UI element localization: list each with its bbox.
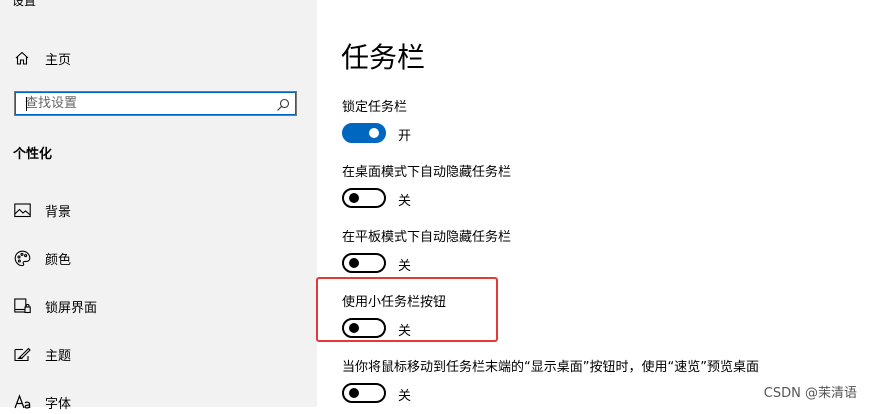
setting-label-autohide-tablet: 在平板模式下自动隐藏任务栏: [342, 230, 512, 245]
toggle-state-text: 开: [398, 129, 412, 144]
image-icon: [13, 201, 31, 219]
search-input[interactable]: [25, 95, 270, 112]
sidebar-item-fonts[interactable]: 字体: [13, 390, 71, 414]
watermark-text: CSDN @茉清语: [763, 386, 857, 401]
sidebar-item-label: 颜色: [45, 252, 72, 268]
text-caret: [26, 97, 27, 111]
toggle-autohide-tablet[interactable]: [342, 253, 386, 273]
sidebar-item-label: 背景: [45, 204, 72, 220]
toggle-state-text: 关: [398, 259, 412, 274]
search-box[interactable]: [14, 91, 297, 116]
sidebar-item-themes[interactable]: 主题: [13, 342, 71, 366]
highlight-annotation-box: [316, 277, 498, 342]
toggle-autohide-desktop[interactable]: [342, 188, 386, 208]
toggle-peek-desktop[interactable]: [342, 383, 386, 403]
lock-screen-icon: [13, 297, 31, 315]
setting-label-lock-taskbar: 锁定任务栏: [342, 100, 408, 115]
setting-label-peek-desktop: 当你将鼠标移动到任务栏末端的“显示桌面”按钮时，使用“速览”预览桌面: [342, 360, 759, 375]
sidebar-item-label: 锁屏界面: [45, 300, 98, 316]
home-icon: [13, 49, 31, 67]
section-heading-personalization: 个性化: [13, 147, 53, 162]
nav-home[interactable]: 主页: [13, 46, 71, 70]
sidebar: 设置 主页 个性化 背景: [0, 0, 317, 412]
sidebar-item-label: 字体: [45, 396, 72, 412]
app-title: 设置: [12, 0, 37, 8]
toggle-state-text: 关: [398, 389, 412, 404]
page-title: 任务栏: [341, 41, 426, 74]
sidebar-item-lock-screen[interactable]: 锁屏界面: [13, 294, 97, 318]
theme-icon: [13, 345, 31, 363]
setting-label-autohide-desktop: 在桌面模式下自动隐藏任务栏: [342, 165, 512, 180]
search-icon[interactable]: [276, 97, 290, 111]
toggle-state-text: 关: [398, 194, 412, 209]
sidebar-item-label: 主题: [45, 348, 72, 364]
sidebar-item-colors[interactable]: 颜色: [13, 246, 71, 270]
sidebar-item-background[interactable]: 背景: [13, 198, 71, 222]
font-icon: [13, 393, 31, 411]
toggle-knob: [349, 193, 359, 203]
toggle-knob: [349, 258, 359, 268]
toggle-knob: [349, 388, 359, 398]
palette-icon: [13, 249, 31, 267]
nav-home-label: 主页: [45, 52, 72, 68]
toggle-lock-taskbar[interactable]: [342, 123, 386, 143]
toggle-knob: [369, 128, 379, 138]
